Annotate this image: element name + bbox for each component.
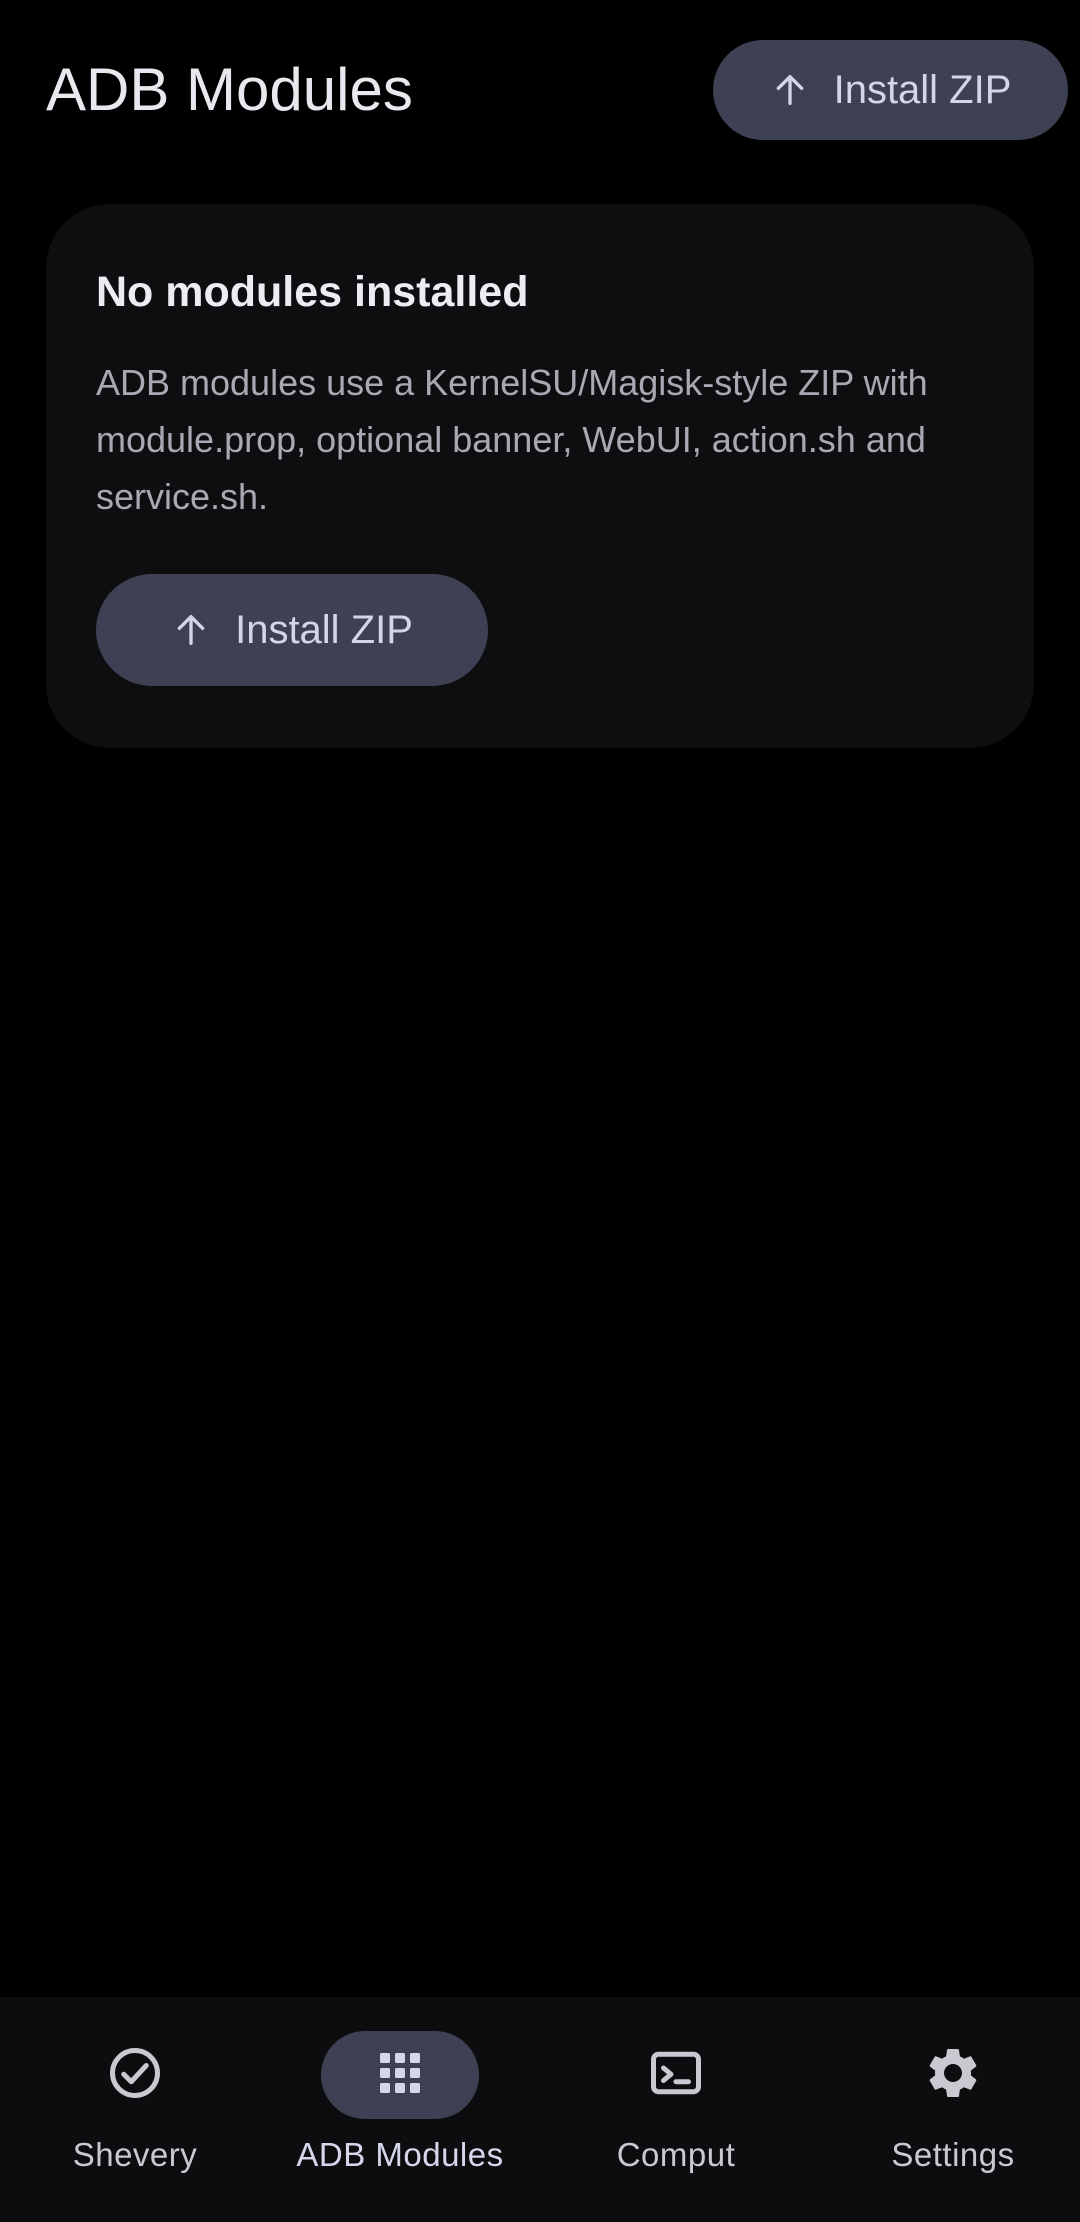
empty-state-title: No modules installed xyxy=(96,268,529,316)
nav-label: Comput xyxy=(616,2136,736,2173)
empty-state-description: ADB modules use a KernelSU/Magisk-style … xyxy=(96,362,928,517)
install-zip-label: Install ZIP xyxy=(235,607,413,652)
nav-item-comput[interactable]: Comput xyxy=(541,1997,811,2222)
grid-icon xyxy=(370,2043,430,2108)
header-install-zip-button[interactable]: Install ZIP xyxy=(713,40,1068,140)
nav-item-settings[interactable]: Settings xyxy=(818,1997,1080,2222)
nav-indicator xyxy=(56,2031,214,2119)
nav-indicator xyxy=(874,2031,1032,2119)
bottom-navigation: Shevery ADB Modules Comput Settings xyxy=(0,1997,1080,2222)
arrow-up-icon xyxy=(171,610,211,650)
nav-item-shevery[interactable]: Shevery xyxy=(0,1997,270,2222)
install-zip-label: Install ZIP xyxy=(833,67,1012,112)
nav-label: Shevery xyxy=(72,2136,198,2173)
terminal-icon xyxy=(646,2043,706,2108)
nav-item-adb-modules[interactable]: ADB Modules xyxy=(265,1997,535,2222)
adb-modules-screen: ADB Modules Install ZIP No modules insta… xyxy=(0,0,1080,2222)
nav-label: ADB Modules xyxy=(296,2136,504,2173)
nav-indicator xyxy=(597,2031,755,2119)
empty-state-card: No modules installed ADB modules use a K… xyxy=(46,204,1034,748)
page-title: ADB Modules xyxy=(46,56,413,123)
gear-icon xyxy=(923,2043,983,2108)
nav-indicator-active xyxy=(321,2031,479,2119)
card-install-zip-button[interactable]: Install ZIP xyxy=(96,574,488,686)
nav-label: Settings xyxy=(891,2136,1015,2173)
check-circle-icon xyxy=(105,2043,165,2108)
arrow-up-icon xyxy=(770,70,810,110)
